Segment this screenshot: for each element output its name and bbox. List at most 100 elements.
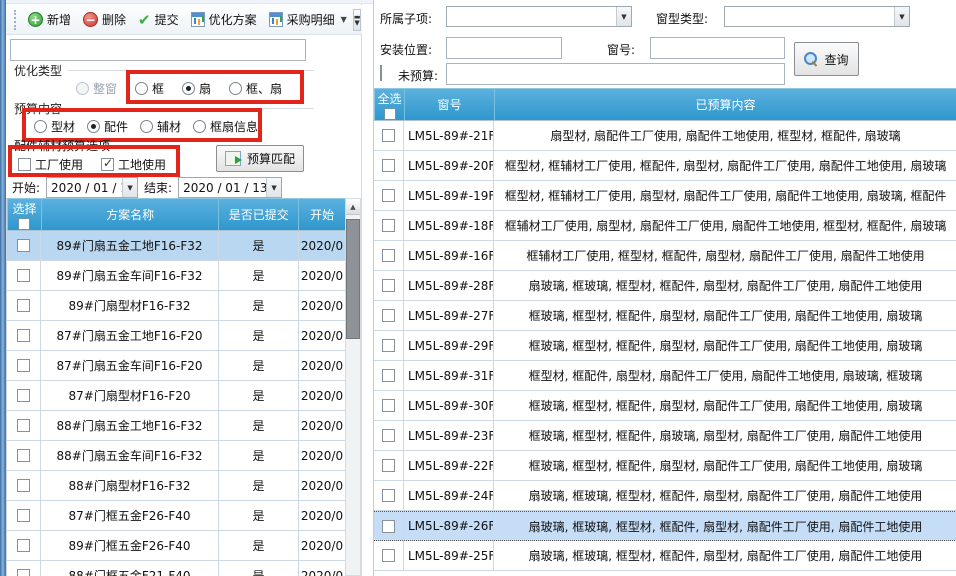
sub-item-select[interactable]: ▼ bbox=[446, 6, 632, 27]
window-table-row[interactable]: LM5L-89#-20F18 框型材, 框辅材工厂使用, 框配件, 扇型材, 扇… bbox=[374, 151, 956, 181]
chevron-down-icon[interactable]: ▼ bbox=[894, 7, 909, 26]
purchase-detail-button[interactable]: 采购明细 ▼ bbox=[263, 9, 353, 30]
no-budget-checkbox[interactable] bbox=[380, 65, 382, 81]
row-checkbox[interactable] bbox=[382, 399, 395, 412]
row-checkbox[interactable] bbox=[382, 369, 395, 382]
row-checkbox[interactable] bbox=[17, 389, 30, 402]
window-table-row[interactable]: LM5L-89#-27F25 框玻璃, 框型材, 框配件, 扇型材, 扇配件工厂… bbox=[374, 301, 956, 331]
window-table-row[interactable]: LM5L-89#-16F15 框辅材工厂使用, 框型材, 框配件, 扇型材, 扇… bbox=[374, 241, 956, 271]
radio-option[interactable]: 框扇信息 bbox=[193, 118, 258, 135]
row-checkbox[interactable] bbox=[382, 459, 395, 472]
radio-option[interactable]: 整窗 bbox=[76, 80, 117, 97]
submitted-column-header[interactable]: 是否已提交 bbox=[219, 199, 299, 230]
window-table-row[interactable]: LM5L-89#-26F24 扇玻璃, 框玻璃, 框型材, 框配件, 扇型材, … bbox=[374, 511, 956, 541]
row-checkbox[interactable] bbox=[382, 520, 395, 533]
end-date-picker[interactable]: 2020 / 01 / 13 ▼ bbox=[178, 177, 282, 198]
window-no-column-header[interactable]: 窗号 bbox=[405, 89, 495, 120]
row-checkbox[interactable] bbox=[382, 159, 395, 172]
window-table-row[interactable]: LM5L-89#-31F29 框型材, 框配件, 扇型材, 扇配件工厂使用, 扇… bbox=[374, 361, 956, 391]
scroll-up-arrow-icon[interactable]: ▲ bbox=[346, 199, 360, 215]
row-checkbox[interactable] bbox=[382, 249, 395, 262]
radio-option[interactable]: 扇 bbox=[182, 80, 211, 97]
chevron-down-icon[interactable]: ▼ bbox=[616, 7, 631, 26]
plan-table-row[interactable]: 88#门扇型材F16-F32 是 2020/0 bbox=[7, 471, 346, 501]
window-table-row[interactable]: LM5L-89#-30F28 框玻璃, 框型材, 框配件, 扇型材, 扇配件工厂… bbox=[374, 391, 956, 421]
window-table-row[interactable]: LM5L-89#-28F26 扇玻璃, 框玻璃, 框型材, 框配件, 扇型材, … bbox=[374, 271, 956, 301]
row-checkbox[interactable] bbox=[17, 239, 30, 252]
chevron-down-icon[interactable]: ▼ bbox=[122, 178, 137, 197]
row-checkbox[interactable] bbox=[17, 299, 30, 312]
window-no-input[interactable] bbox=[650, 37, 785, 59]
optimize-plan-button[interactable]: 优化方案 bbox=[185, 9, 263, 30]
select-column-header[interactable]: 选择 bbox=[8, 199, 42, 230]
window-table-row[interactable]: LM5L-89#-22F20 框玻璃, 框型材, 框配件, 扇型材, 扇配件工厂… bbox=[374, 451, 956, 481]
select-all-checkbox[interactable] bbox=[18, 218, 30, 230]
row-checkbox[interactable] bbox=[382, 339, 395, 352]
plan-filter-input[interactable] bbox=[10, 39, 306, 61]
add-button[interactable]: + 新增 bbox=[22, 9, 77, 30]
plan-table-row[interactable]: 88#门扇五金车间F16-F32 是 2020/0 bbox=[7, 441, 346, 471]
window-table-row[interactable]: LM5L-89#-24F22 扇玻璃, 框玻璃, 框型材, 框配件, 扇型材, … bbox=[374, 481, 956, 511]
budgeted-content-column-header[interactable]: 已预算内容 bbox=[495, 89, 956, 120]
radio-option[interactable]: 辅材 bbox=[140, 118, 181, 135]
scrollbar-thumb[interactable] bbox=[346, 219, 360, 339]
submit-button[interactable]: ✔ 提交 bbox=[132, 9, 185, 30]
row-checkbox[interactable] bbox=[382, 129, 395, 142]
row-checkbox[interactable] bbox=[17, 509, 30, 522]
row-checkbox[interactable] bbox=[17, 479, 30, 492]
window-type-select[interactable]: ▼ bbox=[724, 6, 910, 27]
start-column-header[interactable]: 开始 bbox=[299, 199, 345, 230]
window-table-row[interactable]: LM5L-89#-21F19 扇型材, 扇配件工厂使用, 扇配件工地使用, 框型… bbox=[374, 121, 956, 151]
plan-table-row[interactable]: 89#门扇型材F16-F32 是 2020/0 bbox=[7, 291, 346, 321]
row-checkbox[interactable] bbox=[382, 309, 395, 322]
window-table-row[interactable]: LM5L-89#-23F21 框玻璃, 框型材, 框配件, 扇玻璃, 扇型材, … bbox=[374, 421, 956, 451]
radio-option[interactable]: 框、扇 bbox=[229, 80, 282, 97]
submitted-cell: 是 bbox=[219, 231, 299, 260]
row-checkbox[interactable] bbox=[17, 359, 30, 372]
chevron-down-icon[interactable]: ▼ bbox=[266, 178, 281, 197]
row-checkbox[interactable] bbox=[382, 489, 395, 502]
start-date-cell: 2020/0 bbox=[299, 441, 345, 470]
budget-match-button[interactable]: 预算匹配 bbox=[216, 145, 304, 172]
plan-table-row[interactable]: 89#门扇五金工地F16-F32 是 2020/0 bbox=[7, 231, 346, 261]
plan-table-scrollbar[interactable]: ▲ bbox=[345, 198, 361, 576]
window-table-row[interactable]: LM5L-89#-18F16 框辅材工厂使用, 扇型材, 扇配件工厂使用, 扇配… bbox=[374, 211, 956, 241]
radio-option[interactable]: 框 bbox=[135, 80, 164, 97]
select-all-column-header[interactable]: 全选 bbox=[375, 89, 405, 120]
no-budget-input[interactable] bbox=[446, 63, 785, 85]
row-checkbox[interactable] bbox=[17, 569, 30, 576]
checkbox-option[interactable]: 工地使用 bbox=[101, 156, 166, 173]
row-checkbox[interactable] bbox=[17, 329, 30, 342]
radio-option[interactable]: 配件 bbox=[87, 118, 128, 135]
checkbox-option[interactable]: 工厂使用 bbox=[18, 156, 83, 173]
plan-table-row[interactable]: 88#门扇五金工地F16-F32 是 2020/0 bbox=[7, 411, 346, 441]
start-date-value: 2020 / 01 / 1 bbox=[47, 181, 122, 195]
query-button[interactable]: 查询 bbox=[794, 42, 859, 76]
delete-button[interactable]: − 删除 bbox=[77, 9, 132, 30]
window-table-row[interactable]: LM5L-89#-19F17 框型材, 框辅材工厂使用, 扇型材, 扇配件工厂使… bbox=[374, 181, 956, 211]
row-checkbox[interactable] bbox=[382, 219, 395, 232]
plan-table-row[interactable]: 89#门扇五金车间F16-F32 是 2020/0 bbox=[7, 261, 346, 291]
select-all-checkbox[interactable] bbox=[384, 108, 396, 120]
window-table-row[interactable]: LM5L-89#-25F23 扇玻璃, 框玻璃, 框型材, 框配件, 扇型材, … bbox=[374, 541, 956, 571]
install-position-input[interactable] bbox=[446, 37, 562, 59]
row-checkbox[interactable] bbox=[382, 429, 395, 442]
row-checkbox[interactable] bbox=[382, 189, 395, 202]
row-checkbox[interactable] bbox=[17, 449, 30, 462]
row-checkbox[interactable] bbox=[17, 269, 30, 282]
radio-option[interactable]: 型材 bbox=[34, 118, 75, 135]
plan-table-row[interactable]: 88#门框五金F21-F40 是 2020/0 bbox=[7, 561, 346, 576]
window-table-row[interactable]: LM5L-89#-29F27 框玻璃, 框型材, 框配件, 扇型材, 扇配件工厂… bbox=[374, 331, 956, 361]
plan-table-row[interactable]: 87#门扇型材F16-F20 是 2020/0 bbox=[7, 381, 346, 411]
row-checkbox[interactable] bbox=[382, 279, 395, 292]
plan-table-row[interactable]: 89#门框五金F26-F40 是 2020/0 bbox=[7, 531, 346, 561]
plan-table-row[interactable]: 87#门框五金F26-F40 是 2020/0 bbox=[7, 501, 346, 531]
row-checkbox[interactable] bbox=[17, 419, 30, 432]
toolbar-overflow-button[interactable]: ▬▼ bbox=[353, 9, 362, 31]
plan-table-row[interactable]: 87#门扇五金工地F16-F20 是 2020/0 bbox=[7, 321, 346, 351]
plan-name-column-header[interactable]: 方案名称 bbox=[42, 199, 219, 230]
plan-table-row[interactable]: 87#门扇五金车间F16-F20 是 2020/0 bbox=[7, 351, 346, 381]
row-checkbox[interactable] bbox=[382, 549, 395, 562]
row-checkbox[interactable] bbox=[17, 539, 30, 552]
start-date-picker[interactable]: 2020 / 01 / 1 ▼ bbox=[46, 177, 138, 198]
